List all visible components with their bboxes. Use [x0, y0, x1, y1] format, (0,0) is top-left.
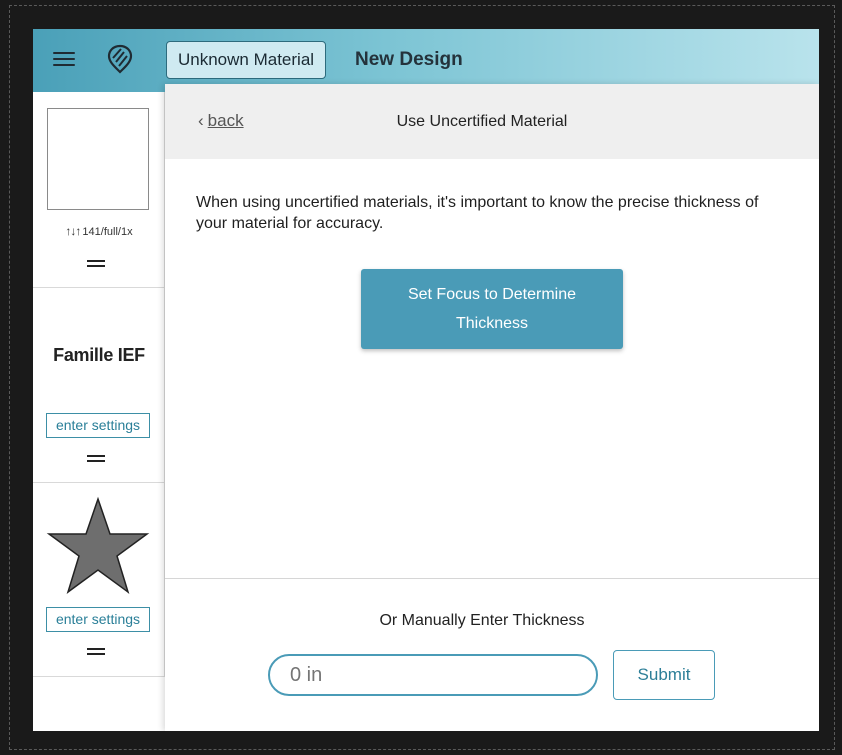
- drag-handle-icon[interactable]: [87, 648, 105, 656]
- design-sidebar: ↑↓↑ 141/full/1x Famille IEF enter setting…: [33, 92, 165, 677]
- set-focus-button-line2: Thickness: [455, 315, 529, 332]
- enter-settings-button[interactable]: enter settings: [46, 607, 150, 632]
- panel-header: ‹ back Use Uncertified Material: [165, 84, 819, 159]
- thickness-input[interactable]: [268, 654, 598, 696]
- drag-handle-icon[interactable]: [87, 260, 105, 268]
- enter-settings-button[interactable]: enter settings: [46, 413, 150, 438]
- app-window: Unknown Material New Design ↑↓↑ 141/full/…: [33, 29, 819, 731]
- panel-description: When using uncertified materials, it's i…: [196, 194, 759, 232]
- set-focus-button[interactable]: Set Focus to Determine Thickness: [361, 269, 623, 349]
- logo-icon[interactable]: [105, 43, 135, 75]
- manual-entry-label: Or Manually Enter Thickness: [379, 612, 585, 629]
- menu-icon[interactable]: [53, 49, 75, 71]
- settings-summary-text: 141/full/1x: [82, 226, 133, 238]
- star-icon: [46, 496, 150, 594]
- material-selector-button[interactable]: Unknown Material: [166, 41, 327, 79]
- divider: [165, 578, 819, 579]
- top-bar: Unknown Material New Design: [33, 29, 819, 92]
- uncertified-material-panel: ‹ back Use Uncertified Material When usin…: [165, 84, 819, 731]
- design-thumbnail[interactable]: [47, 108, 149, 210]
- sidebar-card[interactable]: Famille IEF enter settings: [33, 288, 165, 483]
- submit-button[interactable]: Submit: [613, 650, 715, 700]
- settings-summary[interactable]: ↑↓↑ 141/full/1x: [33, 224, 165, 238]
- set-focus-button-line1: Set Focus to Determine: [407, 286, 577, 303]
- sliders-icon: ↑↓↑: [65, 224, 81, 238]
- design-title[interactable]: New Design: [355, 49, 463, 71]
- panel-title: Use Uncertified Material: [396, 113, 568, 130]
- design-text-thumbnail: Famille IEF: [53, 345, 145, 365]
- sidebar-card[interactable]: enter settings: [33, 483, 165, 677]
- drag-handle-icon[interactable]: [87, 455, 105, 463]
- sidebar-card[interactable]: ↑↓↑ 141/full/1x: [33, 92, 165, 288]
